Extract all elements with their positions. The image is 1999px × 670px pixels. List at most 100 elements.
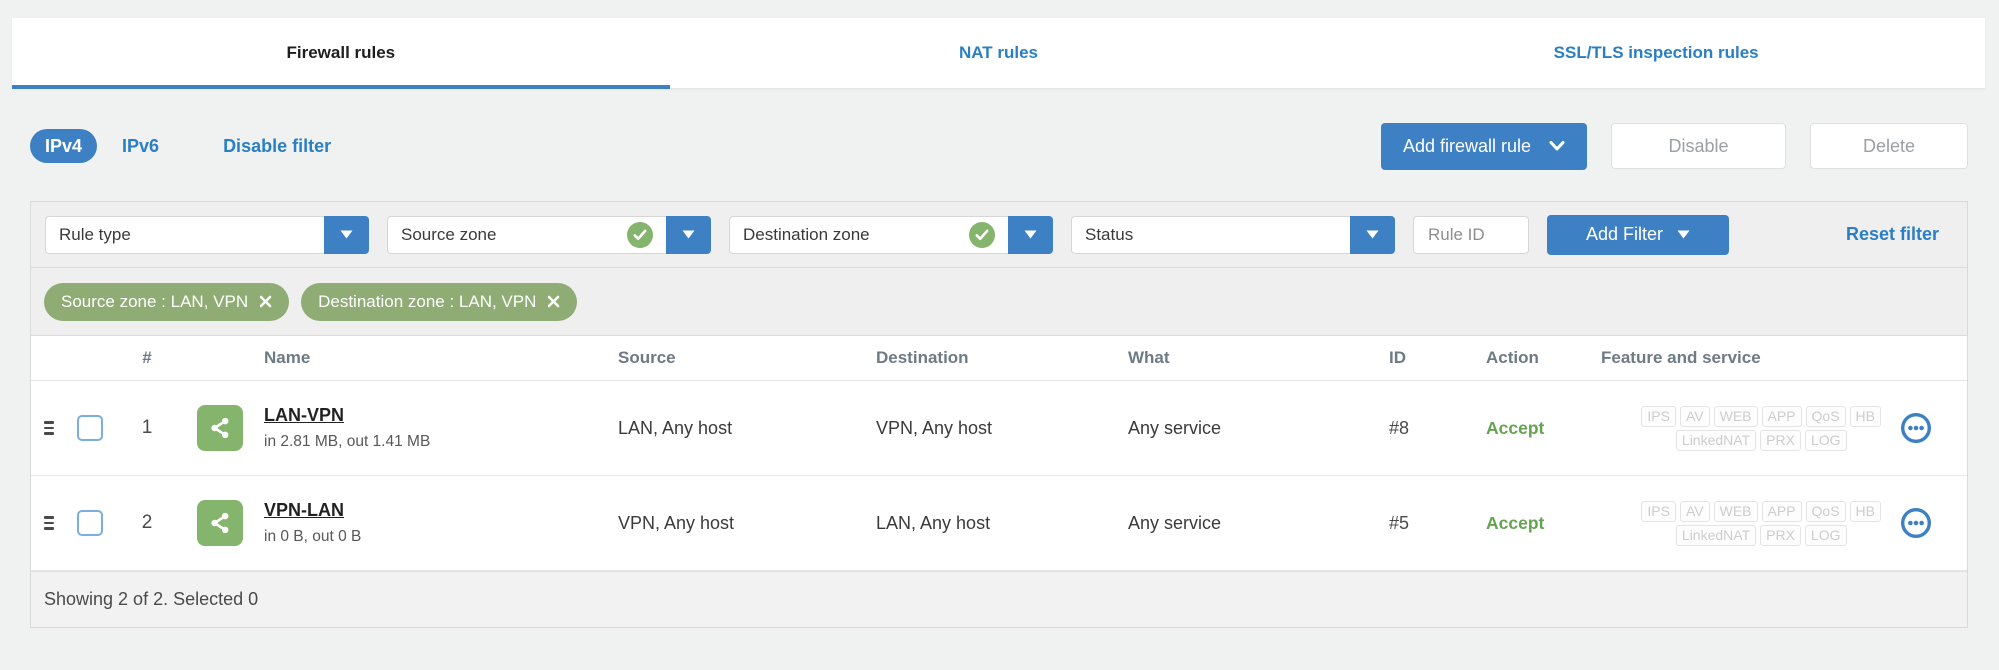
- tab-ssl-tls-inspection-rules[interactable]: SSL/TLS inspection rules: [1327, 18, 1985, 88]
- rule-type-select[interactable]: Rule type: [45, 215, 369, 254]
- rule-name-link[interactable]: LAN-VPN: [264, 405, 344, 426]
- filter-chip-source-zone[interactable]: Source zone : LAN, VPN: [44, 282, 290, 321]
- rule-icon-cell: [181, 405, 259, 451]
- badge-linkednat: LinkedNAT: [1675, 429, 1757, 451]
- ipv6-toggle[interactable]: IPv6: [122, 136, 159, 157]
- reset-filter-link[interactable]: Reset filter: [1846, 224, 1953, 245]
- badge-av: AV: [1679, 405, 1710, 427]
- source-zone-select-value: Source zone: [387, 215, 666, 254]
- add-filter-button[interactable]: Add Filter: [1547, 214, 1729, 255]
- table-row: 1 LAN-VPN in 2.81 MB, out 1.41 MB LAN, A…: [31, 381, 1967, 476]
- badge-hb: HB: [1849, 500, 1881, 522]
- drag-handle[interactable]: [31, 516, 67, 530]
- header-action: Action: [1486, 348, 1539, 367]
- rule-what: Any service: [1128, 417, 1222, 438]
- filter-chip-destination-zone-label: Destination zone : LAN, VPN: [318, 291, 537, 311]
- network-share-icon: [197, 405, 243, 451]
- badge-app: APP: [1761, 405, 1802, 427]
- caret-down-icon: [1366, 230, 1379, 239]
- tab-firewall-rules[interactable]: Firewall rules: [12, 18, 670, 89]
- header-what: What: [1128, 348, 1170, 367]
- rule-type-select-value: Rule type: [45, 215, 324, 254]
- delete-button[interactable]: Delete: [1810, 123, 1968, 169]
- destination-zone-select-value: Destination zone: [729, 215, 1008, 254]
- drag-handle[interactable]: [31, 421, 67, 435]
- filter-active-check-icon: [627, 221, 653, 248]
- badge-qos: QoS: [1805, 405, 1846, 427]
- feature-and-service-cell: IPS AV WEB APP QoS HB LinkedNAT PRX LOG: [1571, 500, 1967, 546]
- rule-action: Accept: [1486, 417, 1545, 438]
- tab-firewall-rules-label: Firewall rules: [286, 43, 396, 62]
- tab-ssl-tls-inspection-rules-label: SSL/TLS inspection rules: [1553, 43, 1759, 62]
- rule-source: LAN, Any host: [618, 417, 733, 438]
- rule-name-link[interactable]: VPN-LAN: [264, 500, 344, 521]
- rule-name-cell: VPN-LAN in 0 B, out 0 B: [259, 500, 613, 546]
- source-zone-select[interactable]: Source zone: [387, 215, 711, 254]
- add-filter-label: Add Filter: [1585, 224, 1664, 244]
- rules-panel: Rule type Source zone Destination zone S…: [30, 201, 1968, 628]
- rule-id: #8: [1389, 417, 1410, 438]
- status-select[interactable]: Status: [1071, 215, 1395, 254]
- rule-what: Any service: [1128, 512, 1222, 533]
- ipv4-toggle-label: IPv4: [45, 135, 83, 156]
- drag-handle-icon: [44, 421, 54, 435]
- badge-qos: QoS: [1805, 500, 1846, 522]
- rule-type-select-text: Rule type: [59, 224, 131, 244]
- ipv4-toggle[interactable]: IPv4: [30, 129, 98, 163]
- row-more-menu-button[interactable]: [1899, 506, 1933, 540]
- rule-traffic: in 2.81 MB, out 1.41 MB: [264, 433, 431, 450]
- add-firewall-rule-button[interactable]: Add firewall rule: [1380, 122, 1587, 170]
- row-checkbox[interactable]: [77, 510, 103, 536]
- rule-source: VPN, Any host: [618, 512, 735, 533]
- caret-down-icon: [682, 230, 695, 239]
- chevron-down-icon: [1549, 141, 1565, 151]
- destination-zone-select[interactable]: Destination zone: [729, 215, 1053, 254]
- badge-log: LOG: [1804, 429, 1847, 451]
- rule-name-cell: LAN-VPN in 2.81 MB, out 1.41 MB: [259, 405, 613, 451]
- filter-chip-destination-zone[interactable]: Destination zone : LAN, VPN: [301, 282, 578, 321]
- badge-ips: IPS: [1641, 405, 1676, 427]
- rule-destination: VPN, Any host: [876, 417, 993, 438]
- badge-ips: IPS: [1641, 500, 1676, 522]
- table-header: # Name Source Destination What ID Action…: [31, 336, 1967, 381]
- toolbar-actions: Add firewall rule Disable Delete: [1380, 122, 1968, 170]
- results-summary: Showing 2 of 2. Selected 0: [44, 589, 259, 609]
- remove-chip-icon[interactable]: [259, 295, 272, 308]
- filter-row: Rule type Source zone Destination zone S…: [31, 202, 1967, 268]
- rule-destination: LAN, Any host: [876, 512, 991, 533]
- header-feature-and-service: Feature and service: [1601, 348, 1761, 367]
- rule-id-input[interactable]: [1413, 215, 1529, 254]
- rule-id: #5: [1389, 512, 1410, 533]
- feature-badges-line-1: IPS AV WEB APP QoS HB: [1641, 405, 1881, 427]
- row-more-menu-button[interactable]: [1899, 411, 1933, 445]
- status-dropdown-button[interactable]: [1350, 215, 1395, 254]
- badge-web: WEB: [1713, 500, 1758, 522]
- add-firewall-rule-label: Add firewall rule: [1402, 135, 1531, 156]
- header-name: Name: [264, 348, 311, 367]
- disable-button[interactable]: Disable: [1611, 123, 1786, 169]
- filter-active-check-icon: [969, 221, 995, 248]
- row-checkbox[interactable]: [77, 415, 103, 441]
- row-checkbox-cell: [67, 415, 113, 441]
- tab-nat-rules[interactable]: NAT rules: [670, 18, 1328, 88]
- remove-chip-icon[interactable]: [547, 295, 560, 308]
- header-source: Source: [618, 348, 676, 367]
- row-number: 2: [141, 512, 153, 533]
- source-zone-select-text: Source zone: [401, 224, 497, 244]
- destination-zone-dropdown-button[interactable]: [1008, 215, 1053, 254]
- source-zone-dropdown-button[interactable]: [666, 215, 711, 254]
- rule-icon-cell: [181, 500, 259, 546]
- row-checkbox-cell: [67, 510, 113, 536]
- firewall-rules-page: Firewall rules NAT rules SSL/TLS inspect…: [0, 0, 1999, 670]
- disable-filter-link[interactable]: Disable filter: [223, 136, 331, 157]
- drag-handle-icon: [44, 516, 54, 530]
- feature-badges-line-1: IPS AV WEB APP QoS HB: [1641, 500, 1881, 522]
- header-id: ID: [1389, 348, 1406, 367]
- filter-chip-source-zone-label: Source zone : LAN, VPN: [61, 291, 249, 311]
- rule-type-dropdown-button[interactable]: [324, 215, 369, 254]
- badge-av: AV: [1679, 500, 1710, 522]
- tab-bar: Firewall rules NAT rules SSL/TLS inspect…: [12, 18, 1985, 89]
- status-select-value: Status: [1071, 215, 1350, 254]
- caret-down-icon: [1024, 230, 1037, 239]
- feature-badges: IPS AV WEB APP QoS HB LinkedNAT PRX LOG: [1641, 500, 1881, 546]
